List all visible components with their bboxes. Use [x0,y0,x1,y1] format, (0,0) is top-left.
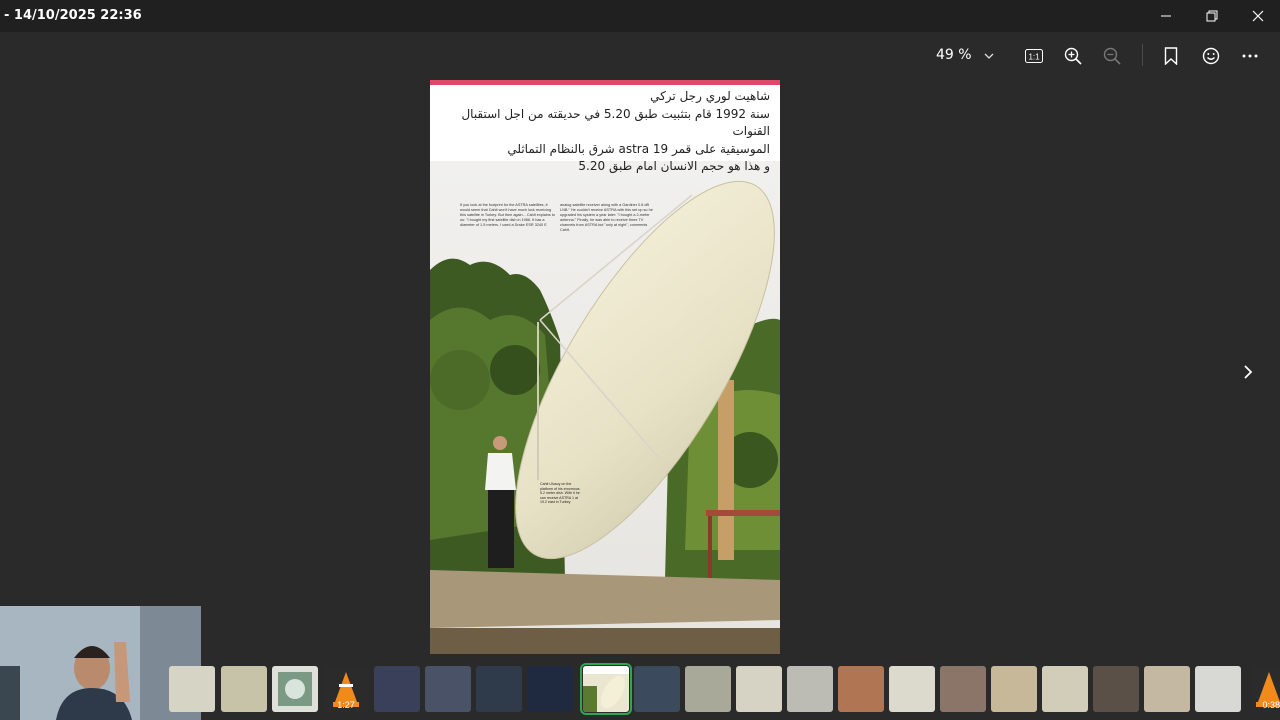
minimize-icon [1161,15,1171,17]
zoom-in-button[interactable] [1057,40,1089,72]
restore-button[interactable] [1189,0,1235,32]
filmstrip-thumbnail[interactable] [221,666,267,712]
filmstrip-thumbnail[interactable] [425,666,471,712]
favorite-button[interactable] [1155,40,1187,72]
caption-line: الموسيقية على قمر astra 19 شرق بالنظام ا… [507,141,770,156]
filmstrip-thumbnail[interactable] [1195,666,1241,712]
zoom-out-button[interactable] [1096,40,1128,72]
more-options-button[interactable] [1234,40,1266,72]
feedback-button[interactable] [1195,40,1227,72]
arabic-caption: شاهيت لوري رجل تركي سنة 1992 قام بتثبيت … [430,85,780,173]
more-icon [1242,54,1258,58]
filmstrip-thumbnail[interactable] [169,666,215,712]
svg-text:1:1: 1:1 [1028,53,1040,62]
video-duration: 0:38 [1262,700,1280,710]
filmstrip-thumbnail[interactable] [527,666,573,712]
filmstrip-thumbnail-selected[interactable] [580,663,632,715]
smiley-icon [1202,47,1220,65]
caption-line: و هذا هو حجم الانسان امام طبق 5.20 [578,159,770,173]
filmstrip-thumbnail[interactable] [634,666,680,712]
inset-caption: Cahit Ulusoy on the platform of his enor… [540,482,580,505]
chevron-right-icon [1244,365,1253,379]
window-title: - 14/10/2025 22:36 [4,8,142,23]
filmstrip-thumbnail[interactable] [1093,666,1139,712]
filmstrip-thumbnail[interactable] [838,666,884,712]
filmstrip: 1:27 0:38 [169,662,1280,720]
close-button[interactable] [1235,0,1280,32]
article-column-1: If you look at the footprint for the AST… [460,203,555,227]
thumbnail-image [278,672,312,706]
filmstrip-thumbnail[interactable] [476,666,522,712]
toolbar-separator [1142,44,1143,66]
filmstrip-thumbnail[interactable] [889,666,935,712]
filmstrip-video-thumbnail[interactable]: 1:27 [323,666,369,712]
main-image[interactable]: شاهيت لوري رجل تركي سنة 1992 قام بتثبيت … [430,80,780,654]
video-duration: 1:27 [337,700,355,710]
filmstrip-thumbnail[interactable] [991,666,1037,712]
title-bar: - 14/10/2025 22:36 [0,0,1280,32]
filmstrip-thumbnail[interactable] [1144,666,1190,712]
filmstrip-thumbnail[interactable] [787,666,833,712]
actual-size-icon: 1:1 [1025,49,1043,63]
restore-icon [1206,10,1218,22]
zoom-level[interactable]: 49 % [936,47,972,63]
minimize-button[interactable] [1143,0,1189,32]
caption-line: سنة 1992 قام بتثبيت طبق 5.20 في حديقته م… [461,106,770,139]
zoom-out-icon [1103,47,1121,65]
filmstrip-thumbnail[interactable] [736,666,782,712]
filmstrip-thumbnail[interactable] [940,666,986,712]
filmstrip-thumbnail[interactable] [1042,666,1088,712]
next-image-button[interactable] [1232,356,1264,388]
filmstrip-video-thumbnail[interactable]: 0:38 [1251,666,1280,712]
caption-line: شاهيت لوري رجل تركي [650,89,770,103]
zoom-in-icon [1064,47,1082,65]
thumbnail-image [583,666,629,712]
filmstrip-thumbnail[interactable] [685,666,731,712]
filmstrip-thumbnail[interactable] [272,666,318,712]
actual-size-button[interactable]: 1:1 [1018,40,1050,72]
close-icon [1252,10,1264,22]
zoom-dropdown-button[interactable] [973,40,1005,72]
filmstrip-thumbnail[interactable] [374,666,420,712]
chevron-down-icon [984,53,994,59]
bookmark-icon [1164,47,1178,65]
article-column-2: analog satellite receiver along with a G… [560,203,653,232]
